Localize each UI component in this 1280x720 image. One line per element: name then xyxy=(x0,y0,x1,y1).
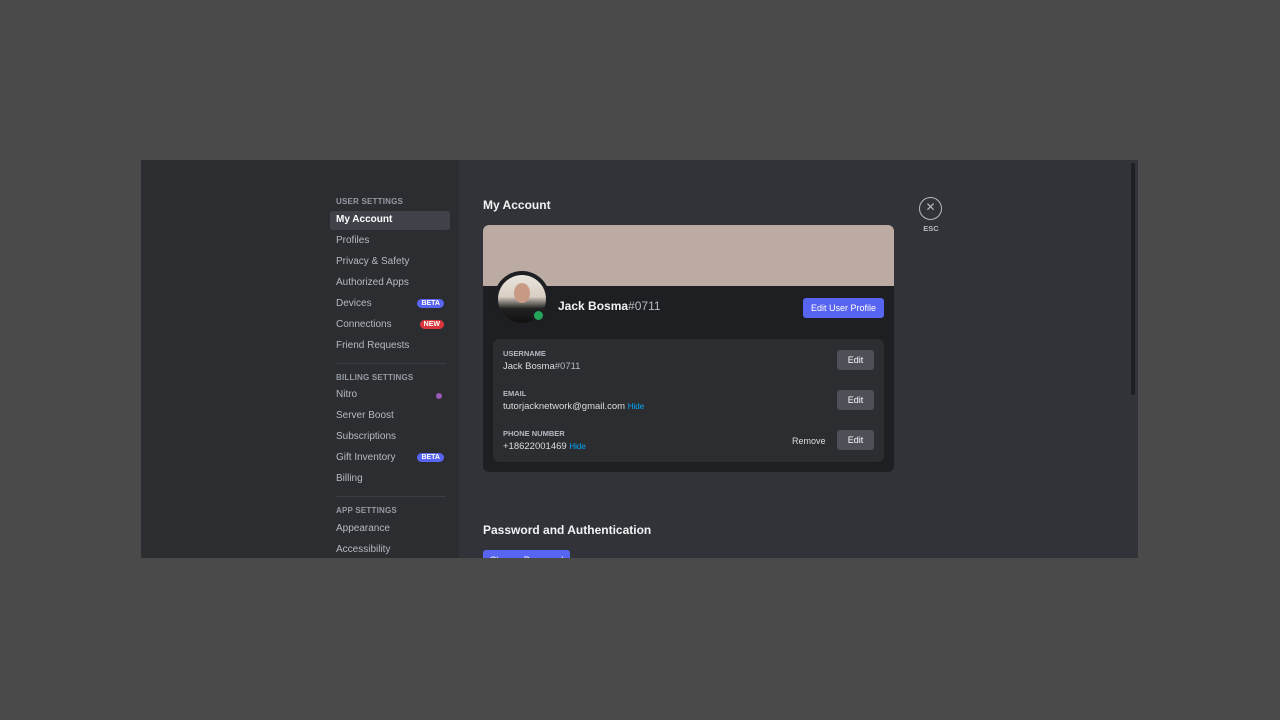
section-header: APP SETTINGS xyxy=(336,506,397,515)
sidebar-item-label: Friend Requests xyxy=(336,340,410,351)
sidebar-item-label: Subscriptions xyxy=(336,431,397,442)
sidebar-item-label: Devices xyxy=(336,298,372,309)
section-header: BILLING SETTINGS xyxy=(336,373,414,382)
sidebar-item-label: Connections xyxy=(336,319,392,330)
sidebar-item-label: Accessibility xyxy=(336,544,391,555)
edit-username-button[interactable]: Edit xyxy=(837,350,874,370)
hide-phone-link[interactable]: Hide xyxy=(569,442,585,451)
close-icon[interactable]: ✕ xyxy=(919,197,942,220)
sidebar-item-devices[interactable]: Devices BETA xyxy=(330,295,450,314)
username-text: Jack Bosma xyxy=(503,361,555,372)
sidebar-item-friend-requests[interactable]: Friend Requests xyxy=(330,337,450,356)
change-password-button[interactable]: Change Password xyxy=(483,550,570,558)
account-card: Jack Bosma#0711 Edit User Profile USERNA… xyxy=(483,225,894,472)
settings-window: USER SETTINGS My Account Profiles Privac… xyxy=(141,160,1138,558)
divider xyxy=(336,363,446,364)
phone-text: +18622001469 xyxy=(503,441,567,452)
sidebar-item-subscriptions[interactable]: Subscriptions xyxy=(330,428,450,447)
sidebar-item-authorized-apps[interactable]: Authorized Apps xyxy=(330,274,450,293)
sidebar-item-nitro[interactable]: Nitro xyxy=(330,386,450,405)
password-section-title: Password and Authentication xyxy=(483,523,652,537)
sidebar-item-label: Server Boost xyxy=(336,410,394,421)
nitro-icon xyxy=(436,393,442,399)
profile-banner xyxy=(483,225,894,286)
email-text: tutorjacknetwork@gmail.com xyxy=(503,401,626,412)
edit-phone-button[interactable]: Edit xyxy=(837,430,874,450)
sidebar-item-label: Gift Inventory xyxy=(336,452,396,463)
sidebar-item-label: My Account xyxy=(336,214,393,225)
email-value: tutorjacknetwork@gmail.com Hide xyxy=(503,401,644,412)
username-label: USERNAME xyxy=(503,349,546,358)
phone-label: PHONE NUMBER xyxy=(503,429,565,438)
main-content: My Account Jack Bosma#0711 Edit User Pro… xyxy=(459,160,1138,558)
avatar-ring xyxy=(494,271,550,327)
sidebar-item-gift-inventory[interactable]: Gift Inventory BETA xyxy=(330,449,450,468)
edit-email-button[interactable]: Edit xyxy=(837,390,874,410)
sidebar-item-privacy-safety[interactable]: Privacy & Safety xyxy=(330,253,450,272)
sidebar-item-label: Billing xyxy=(336,473,363,484)
avatar-face xyxy=(514,283,530,303)
discriminator-text: #0711 xyxy=(554,361,581,372)
account-fields-panel: USERNAME Jack Bosma#0711 Edit EMAIL tuto… xyxy=(493,339,884,462)
remove-phone-button[interactable]: Remove xyxy=(792,436,826,446)
sidebar-item-label: Profiles xyxy=(336,235,370,246)
esc-label: ESC xyxy=(923,224,939,233)
sidebar-item-label: Privacy & Safety xyxy=(336,256,410,267)
sidebar-item-billing[interactable]: Billing xyxy=(330,470,450,489)
discriminator-text: #0711 xyxy=(628,299,661,313)
username-text: Jack Bosma xyxy=(558,299,629,313)
sidebar-item-server-boost[interactable]: Server Boost xyxy=(330,407,450,426)
new-badge: NEW xyxy=(419,320,444,329)
beta-badge: BETA xyxy=(417,453,444,462)
sidebar-item-profiles[interactable]: Profiles xyxy=(330,232,450,251)
sidebar-item-appearance[interactable]: Appearance xyxy=(330,520,450,539)
sidebar-item-label: Authorized Apps xyxy=(336,277,409,288)
divider xyxy=(336,496,446,497)
sidebar-item-label: Appearance xyxy=(336,523,390,534)
section-header: USER SETTINGS xyxy=(336,197,404,206)
phone-value: +18622001469 Hide xyxy=(503,441,586,452)
sidebar-item-connections[interactable]: Connections NEW xyxy=(330,316,450,335)
settings-sidebar: USER SETTINGS My Account Profiles Privac… xyxy=(141,160,459,558)
beta-badge: BETA xyxy=(417,299,444,308)
hide-email-link[interactable]: Hide xyxy=(628,402,644,411)
scrollbar[interactable] xyxy=(1131,163,1135,395)
email-label: EMAIL xyxy=(503,389,527,398)
profile-name: Jack Bosma#0711 xyxy=(558,299,661,313)
sidebar-item-accessibility[interactable]: Accessibility xyxy=(330,541,450,558)
edit-user-profile-button[interactable]: Edit User Profile xyxy=(803,298,884,318)
page-title: My Account xyxy=(483,198,551,212)
sidebar-item-label: Nitro xyxy=(336,389,358,400)
online-status-icon xyxy=(532,309,545,322)
username-value: Jack Bosma#0711 xyxy=(503,361,580,372)
sidebar-item-my-account[interactable]: My Account xyxy=(330,211,450,230)
